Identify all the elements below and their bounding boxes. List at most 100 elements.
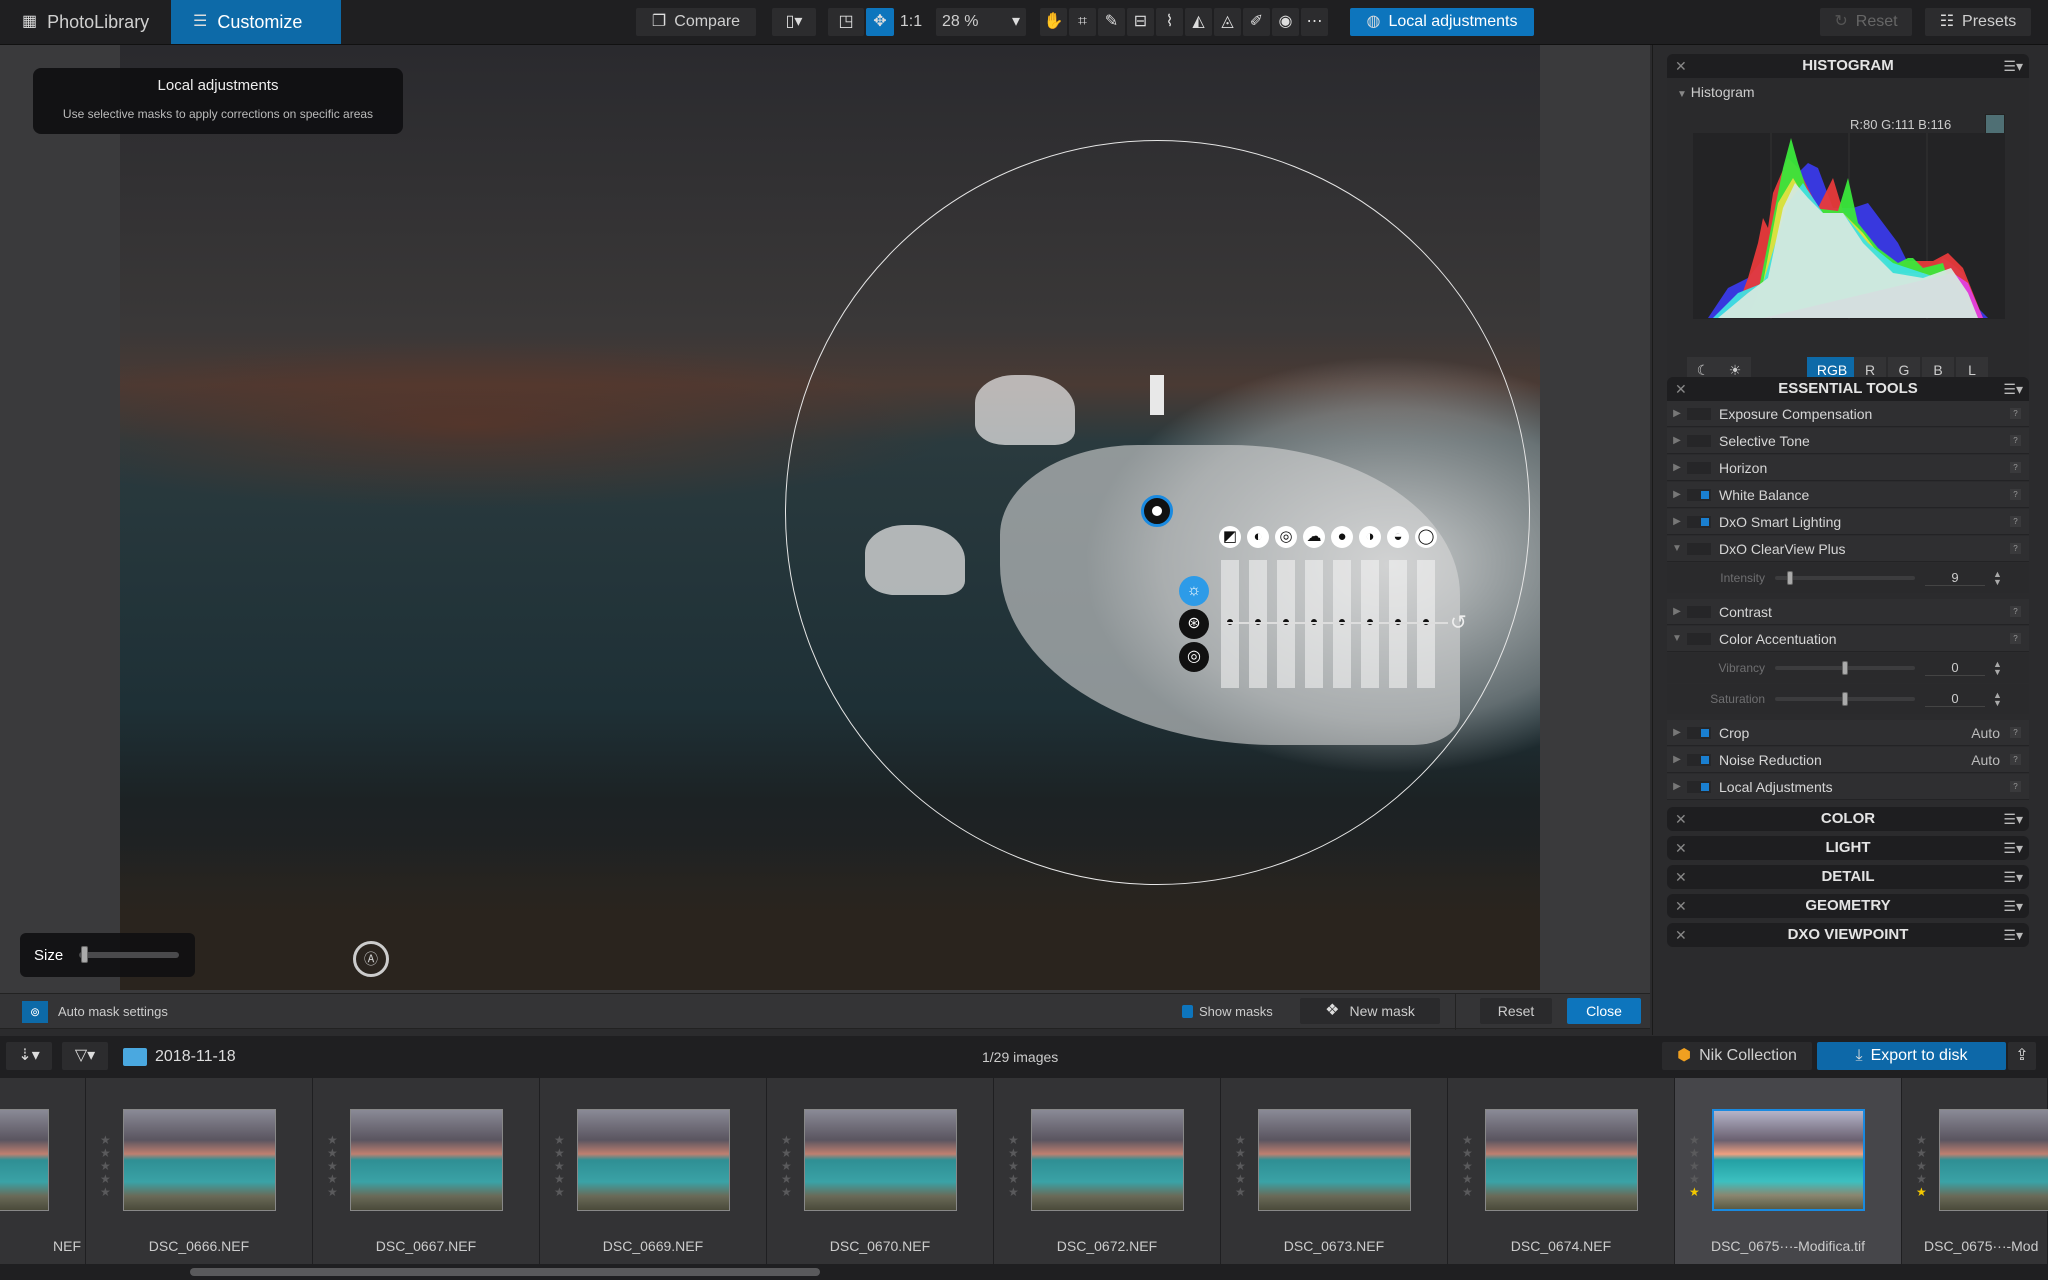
thumbnail-image[interactable] xyxy=(1939,1109,2048,1211)
thumbnail-image[interactable] xyxy=(804,1109,957,1211)
menu-icon[interactable]: ☰▾ xyxy=(2003,807,2023,831)
close-icon[interactable]: ✕ xyxy=(1675,377,1687,401)
view-mode-dropdown[interactable]: ▯▾ xyxy=(772,8,816,36)
help-icon[interactable]: ? xyxy=(2010,408,2021,419)
reset-equalizer-icon[interactable]: ↺ xyxy=(1450,610,1467,635)
eyedropper-tool-button[interactable]: ✎ xyxy=(1098,8,1125,36)
star-icon[interactable]: ★ xyxy=(1008,1172,1019,1186)
star-icon[interactable]: ★ xyxy=(554,1172,565,1186)
star-icon[interactable]: ★ xyxy=(327,1133,338,1147)
tool-enable-toggle[interactable] xyxy=(1687,488,1711,501)
star-icon[interactable]: ★ xyxy=(1235,1185,1246,1199)
star-rating[interactable]: ★ ★ ★ ★ ★ xyxy=(1462,1134,1474,1199)
filmstrip-thumbnail[interactable]: ★ ★ ★ ★ ★ DSC_0666.NEF xyxy=(86,1078,313,1264)
star-icon[interactable]: ★ xyxy=(100,1133,111,1147)
tool-row[interactable]: ▶ Crop Auto? xyxy=(1667,720,2029,746)
star-icon[interactable]: ★ xyxy=(327,1172,338,1186)
tool-row[interactable]: ▶ Selective Tone? xyxy=(1667,428,2029,454)
filmstrip-thumbnail[interactable]: ★ ★ ★ ★ ★ DSC_0670.NEF xyxy=(767,1078,994,1264)
highlights-icon[interactable]: ◑ xyxy=(1359,526,1381,548)
star-icon[interactable]: ★ xyxy=(100,1185,111,1199)
star-icon[interactable]: ★ xyxy=(327,1146,338,1160)
star-icon[interactable]: ★ xyxy=(1689,1185,1700,1199)
tool-enable-toggle[interactable] xyxy=(1687,780,1711,793)
star-rating[interactable]: ★ ★ ★ ★ ★ xyxy=(1689,1134,1701,1199)
star-icon[interactable]: ★ xyxy=(554,1185,565,1199)
color-mode-icon[interactable]: ⊛ xyxy=(1179,609,1209,639)
star-icon[interactable]: ★ xyxy=(1462,1172,1473,1186)
slider-knob[interactable] xyxy=(1842,661,1848,675)
thumbnail-image[interactable] xyxy=(1485,1109,1638,1211)
expand-arrow-icon[interactable]: ▶ xyxy=(1667,516,1687,527)
star-icon[interactable]: ★ xyxy=(1462,1159,1473,1173)
thumbnail-image[interactable] xyxy=(350,1109,503,1211)
menu-icon[interactable]: ☰▾ xyxy=(2003,894,2023,918)
help-icon[interactable]: ? xyxy=(2010,606,2021,617)
star-rating[interactable]: ★ ★ ★ ★ ★ xyxy=(100,1134,112,1199)
auto-mask-settings-label[interactable]: Auto mask settings xyxy=(58,1004,168,1019)
star-icon[interactable]: ★ xyxy=(1462,1133,1473,1147)
star-rating[interactable]: ★ ★ ★ ★ ★ xyxy=(327,1134,339,1199)
close-icon[interactable]: ✕ xyxy=(1675,894,1687,918)
star-icon[interactable]: ★ xyxy=(781,1172,792,1186)
expand-arrow-icon[interactable]: ▶ xyxy=(1667,781,1687,792)
help-icon[interactable]: ? xyxy=(2010,781,2021,792)
expand-arrow-icon[interactable]: ▶ xyxy=(1667,408,1687,419)
star-rating[interactable]: ★ ★ ★ ★ ★ xyxy=(1916,1134,1928,1199)
star-icon[interactable]: ★ xyxy=(1008,1133,1019,1147)
star-icon[interactable]: ★ xyxy=(1916,1172,1927,1186)
star-icon[interactable]: ★ xyxy=(781,1159,792,1173)
detail-mode-icon[interactable]: ◎ xyxy=(1179,642,1209,672)
microcontrast-icon[interactable]: ◎ xyxy=(1275,526,1297,548)
tool-row[interactable]: ▼ Color Accentuation? xyxy=(1667,626,2029,652)
slider-track[interactable] xyxy=(1775,571,1915,585)
histogram-section-toggle[interactable]: ▼ Histogram xyxy=(1677,84,1755,100)
tool-enable-toggle[interactable] xyxy=(1687,407,1711,420)
tool-row[interactable]: ▶ White Balance? xyxy=(1667,482,2029,508)
expand-arrow-icon[interactable]: ▶ xyxy=(1667,435,1687,446)
palette-header-light[interactable]: ✕ LIGHT ☰▾ xyxy=(1667,836,2029,860)
auto-mask-brush-icon[interactable]: Ⓐ xyxy=(353,941,389,977)
slider-value-field[interactable]: 0 xyxy=(1925,660,1985,676)
moire-tool-button[interactable]: ⋯ xyxy=(1301,8,1328,36)
star-icon[interactable]: ★ xyxy=(1235,1146,1246,1160)
menu-icon[interactable]: ☰▾ xyxy=(2003,865,2023,889)
tool-row[interactable]: ▶ Exposure Compensation? xyxy=(1667,401,2029,427)
slider-track[interactable] xyxy=(1775,692,1915,706)
filmstrip-thumbnail[interactable]: ★ ★ ★ ★ ★ DSC_0675···-Modifica.tif xyxy=(1675,1078,1902,1264)
auto-mask-settings-icon[interactable]: ⊚ xyxy=(22,1001,48,1023)
red-eye-tool-button[interactable]: ◉ xyxy=(1272,8,1299,36)
expand-arrow-icon[interactable]: ▶ xyxy=(1667,754,1687,765)
contrast-icon[interactable]: ◐ xyxy=(1247,526,1269,548)
star-icon[interactable]: ★ xyxy=(1008,1185,1019,1199)
filmstrip-thumbnail[interactable]: ★ ★ ★ ★ ★ DSC_0673.NEF xyxy=(1221,1078,1448,1264)
tool-row[interactable]: ▶ Contrast? xyxy=(1667,599,2029,625)
compare-button[interactable]: ❐ Compare xyxy=(636,8,756,36)
volume-deformation-tool-button[interactable]: ◭ xyxy=(1185,8,1212,36)
size-slider[interactable] xyxy=(79,946,180,963)
expand-arrow-icon[interactable]: ▶ xyxy=(1667,489,1687,500)
star-icon[interactable]: ★ xyxy=(1689,1159,1700,1173)
menu-icon[interactable]: ☰▾ xyxy=(2003,923,2023,947)
stepper-icon[interactable]: ▲ ▼ xyxy=(1993,660,2002,677)
collapse-arrow-icon[interactable]: ▼ xyxy=(1667,543,1687,554)
thumbnail-image[interactable] xyxy=(1258,1109,1411,1211)
palette-header-color[interactable]: ✕ COLOR ☰▾ xyxy=(1667,807,2029,831)
slider-knob[interactable] xyxy=(1787,571,1794,585)
control-point-handle[interactable] xyxy=(1141,495,1173,527)
star-icon[interactable]: ★ xyxy=(1689,1146,1700,1160)
close-icon[interactable]: ✕ xyxy=(1675,865,1687,889)
star-icon[interactable]: ★ xyxy=(1235,1172,1246,1186)
repair-tool-button[interactable]: ✐ xyxy=(1243,8,1270,36)
help-icon[interactable]: ? xyxy=(2010,543,2021,554)
share-button[interactable]: ⇪ xyxy=(2008,1042,2036,1070)
star-icon[interactable]: ★ xyxy=(327,1185,338,1199)
tool-row[interactable]: ▶ Horizon? xyxy=(1667,455,2029,481)
filmstrip-thumbnail[interactable]: ★ ★ ★ ★ ★ DSC_0674.NEF xyxy=(1448,1078,1675,1264)
brightness-icon[interactable]: ● xyxy=(1331,526,1353,548)
star-icon[interactable]: ★ xyxy=(1235,1133,1246,1147)
clearview-icon[interactable]: ☁ xyxy=(1303,526,1325,548)
presets-button[interactable]: ☷ Presets xyxy=(1925,8,2031,36)
tool-row[interactable]: ▶ Noise Reduction Auto? xyxy=(1667,747,2029,773)
star-rating[interactable]: ★ ★ ★ ★ ★ xyxy=(1008,1134,1020,1199)
